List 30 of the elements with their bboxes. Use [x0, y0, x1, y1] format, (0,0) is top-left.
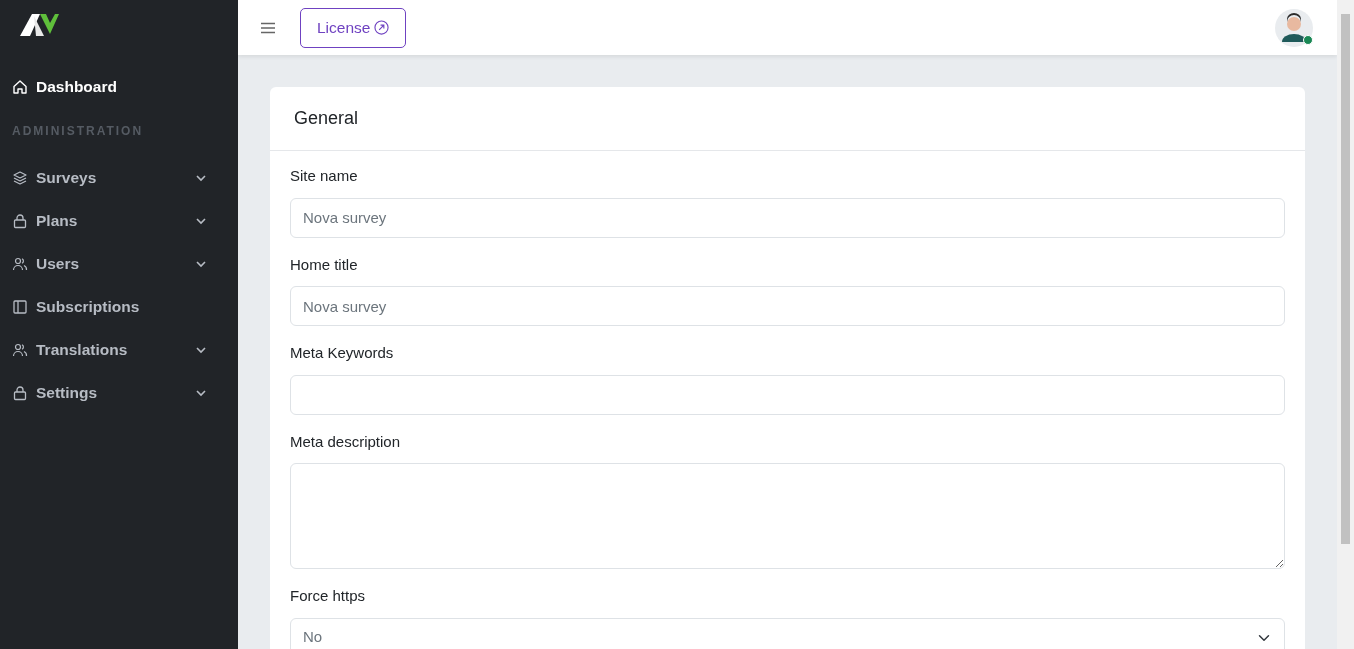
field-label: Home title	[290, 254, 359, 275]
lock-icon	[12, 212, 28, 229]
field-label: Meta Keywords	[290, 343, 395, 363]
sidebar-item[interactable]: Users	[0, 242, 238, 285]
text-input-field[interactable]: Nova survey	[290, 286, 1285, 326]
user-avatar[interactable]	[1275, 8, 1313, 47]
section-heading: ADMINISTRATION	[11, 123, 145, 140]
people-icon	[12, 255, 28, 272]
textarea-field[interactable]	[290, 463, 1285, 569]
house-icon	[12, 78, 28, 95]
sidebar-item[interactable]: Surveys	[0, 156, 238, 199]
sidebar-item[interactable]: Settings	[0, 371, 238, 414]
menu-icon[interactable]	[260, 21, 276, 34]
field-label: Site name	[290, 166, 359, 186]
layers-icon	[12, 169, 28, 186]
people-icon	[12, 341, 28, 358]
field-label: Meta description	[290, 431, 402, 452]
lock-icon	[12, 384, 28, 401]
panel-icon	[12, 298, 28, 315]
select-field[interactable]: No	[290, 617, 1285, 649]
text-input-field[interactable]: Nova survey	[290, 197, 1285, 238]
sidebar-item[interactable]: Translations	[0, 328, 238, 371]
field-label: Force https	[290, 586, 367, 606]
card-title: General	[270, 87, 1305, 151]
sidebar-item[interactable]: Dashboard	[0, 65, 238, 108]
sidebar-item[interactable]: Plans	[0, 199, 238, 242]
license-button[interactable]: License	[300, 7, 407, 48]
sidebar-item[interactable]: Subscriptions	[0, 285, 238, 328]
external-link-icon	[374, 20, 390, 35]
text-input-field[interactable]	[290, 374, 1285, 415]
